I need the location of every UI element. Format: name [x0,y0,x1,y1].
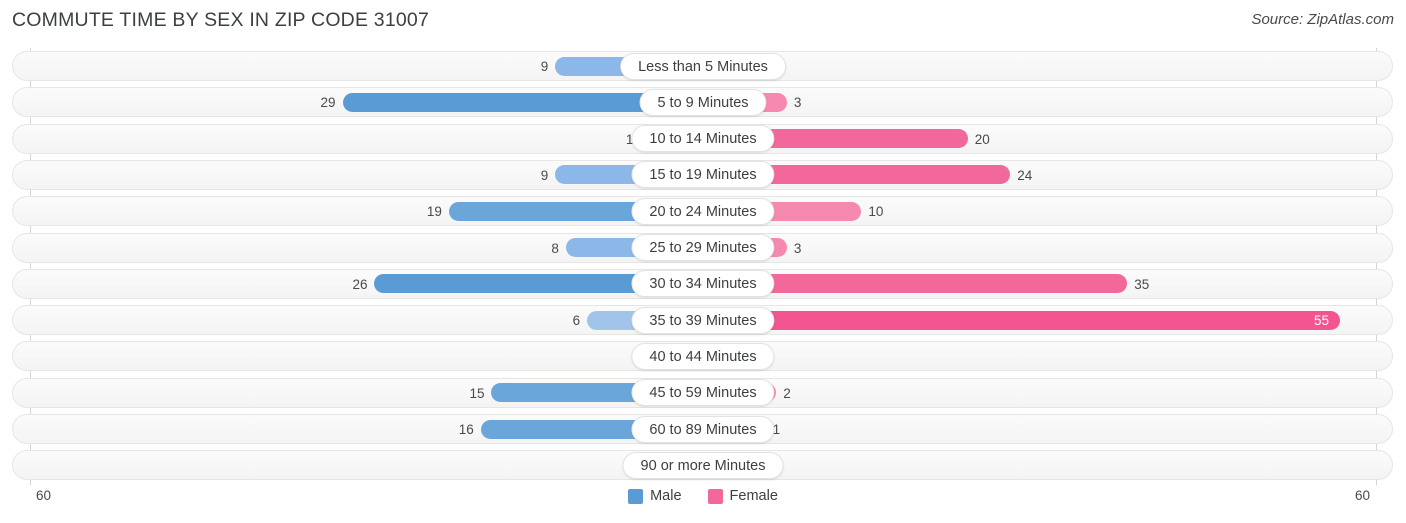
bar-value-female: 2 [783,385,791,401]
table-row[interactable]: 0040 to 44 Minutes [0,338,1406,374]
category-label-pill[interactable]: 90 or more Minutes [622,451,784,479]
bar-value-female: 20 [974,131,990,147]
table-row[interactable]: 29 3 5 to 9 Minutes [0,84,1406,120]
table-row[interactable]: 90Less than 5 Minutes [0,48,1406,84]
source-attribution: Source: ZipAtlas.com [1251,11,1394,28]
bar-value-female: 35 [1134,276,1150,292]
bar-value-male: 26 [352,276,368,292]
bar-value-male: 19 [426,204,442,220]
bar-value-male: 15 [469,385,485,401]
table-row[interactable]: 26 35 30 to 34 Minutes [0,266,1406,302]
bar-value-male: 9 [540,59,549,74]
legend-item-male[interactable]: Male [628,488,682,504]
table-row[interactable]: 8 3 25 to 29 Minutes [0,230,1406,266]
table-row[interactable]: 16 1 60 to 89 Minutes [0,411,1406,447]
bar-value-female: 10 [868,204,884,220]
legend-item-label: Male [650,488,682,504]
category-label-pill[interactable]: 45 to 59 Minutes [631,379,775,407]
category-label-pill[interactable]: 40 to 44 Minutes [631,342,775,370]
bar-value-female: 3 [793,95,802,111]
table-row[interactable]: 15 2 45 to 59 Minutes [0,375,1406,411]
table-row[interactable]: 19 10 20 to 24 Minutes [0,193,1406,229]
category-label-pill[interactable]: 5 to 9 Minutes [639,88,767,116]
category-label-pill[interactable]: 30 to 34 Minutes [631,270,775,298]
bar-value-female: 55 [1314,313,1330,329]
bar-value-female: 24 [1017,167,1033,183]
chart-footer: 60 60 Male Female [0,485,1406,523]
legend-item-female[interactable]: Female [707,488,778,504]
bar-value-female: 3 [793,240,802,256]
chart-header: COMMUTE TIME BY SEX IN ZIP CODE 31007 So… [0,0,1406,44]
legend-swatch-icon [707,488,723,504]
plot-area: 90Less than 5 Minutes2935 to 9 Minutes12… [0,48,1406,488]
bar-value-male: 9 [540,167,549,183]
bar-value-male: 8 [551,240,559,256]
table-row[interactable]: 6 55 35 to 39 Minutes [0,302,1406,338]
chart-legend: Male Female [0,488,1406,504]
bar-value-male: 6 [572,313,581,329]
bar-value-male: 16 [458,422,474,437]
category-label-pill[interactable]: 25 to 29 Minutes [631,234,775,261]
legend-item-label: Female [729,488,778,504]
category-label-pill[interactable]: 60 to 89 Minutes [631,415,775,443]
page-title: COMMUTE TIME BY SEX IN ZIP CODE 31007 [12,9,430,31]
category-label-pill[interactable]: Less than 5 Minutes [620,52,786,80]
commute-time-chart: COMMUTE TIME BY SEX IN ZIP CODE 31007 So… [0,0,1406,523]
category-label-pill[interactable]: 15 to 19 Minutes [631,161,775,189]
table-row[interactable]: 0090 or more Minutes [0,447,1406,483]
legend-swatch-icon [628,488,644,504]
bar-female[interactable] [703,310,1340,330]
category-label-pill[interactable]: 35 to 39 Minutes [631,306,775,334]
bar-value-male: 29 [320,95,336,111]
table-row[interactable]: 9 24 15 to 19 Minutes [0,157,1406,193]
table-row[interactable]: 1 20 10 to 14 Minutes [0,121,1406,157]
category-label-pill[interactable]: 20 to 24 Minutes [631,197,775,225]
category-label-pill[interactable]: 10 to 14 Minutes [631,125,775,153]
